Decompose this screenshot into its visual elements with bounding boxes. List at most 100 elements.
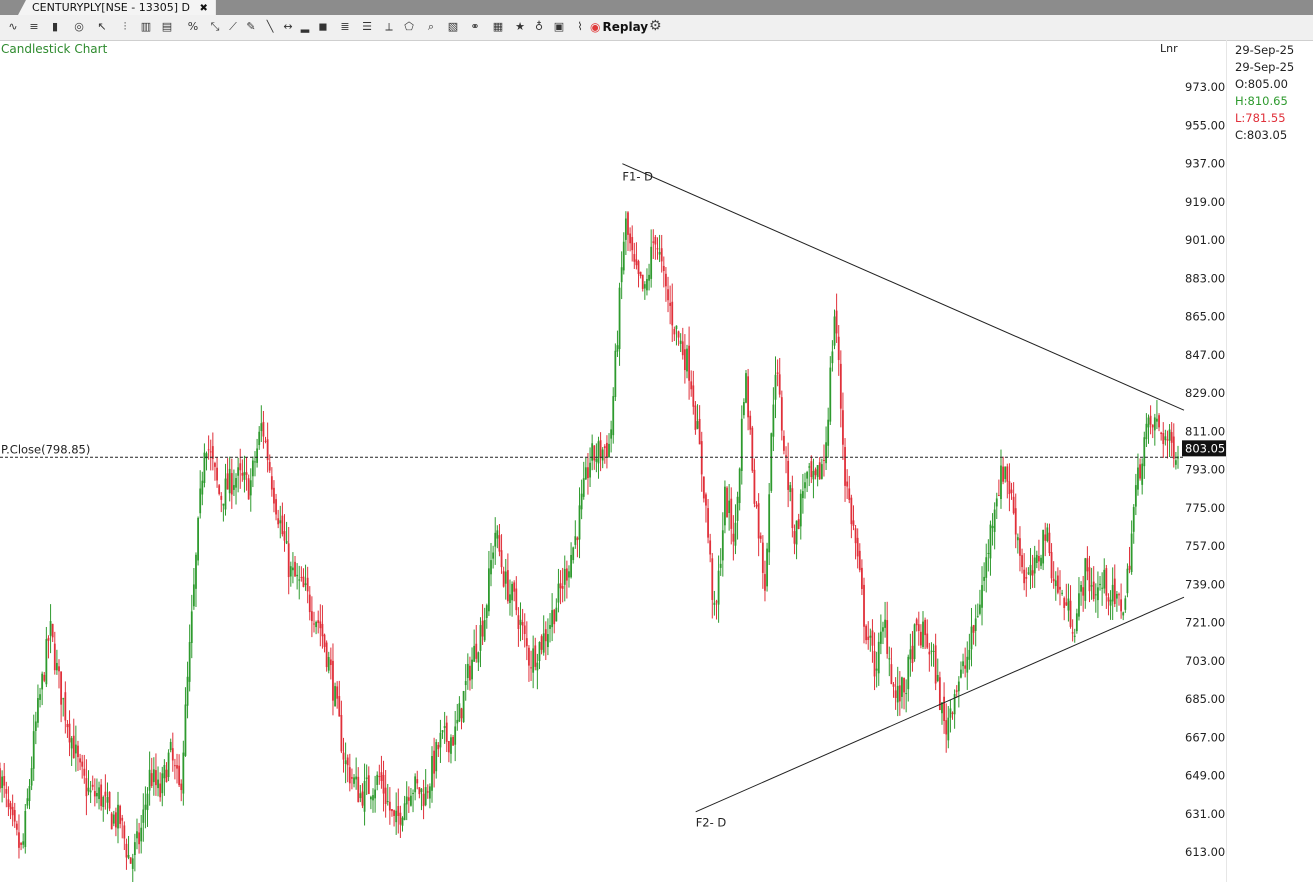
shapes-icon[interactable]: ⬠	[402, 20, 416, 34]
trendline-icon[interactable]: ╲	[263, 20, 277, 34]
candle-body	[778, 374, 781, 395]
link-icon[interactable]: ⚭	[468, 20, 482, 34]
cube-icon[interactable]: ◼	[316, 20, 330, 34]
candle-body	[964, 665, 967, 669]
candle-body	[418, 787, 421, 795]
candle-body	[222, 503, 225, 506]
candle-body	[1094, 594, 1097, 596]
gear-icon[interactable]: ⚙	[649, 18, 662, 34]
candle-style-icon[interactable]: ▮	[48, 20, 62, 34]
candle-body	[374, 789, 377, 799]
candle-body	[1172, 436, 1175, 459]
candle-body	[806, 472, 809, 479]
candle-body	[662, 265, 665, 271]
candle-body	[962, 661, 964, 667]
candle-body	[650, 246, 653, 279]
volume-icon[interactable]: ▂	[298, 20, 312, 34]
candle-body	[595, 458, 598, 462]
bar-chart-icon[interactable]: ≡	[27, 20, 41, 34]
candle-body	[230, 473, 233, 495]
candle-body	[433, 750, 436, 774]
candle-body	[102, 797, 105, 808]
candle-body	[117, 804, 119, 829]
clipboard-icon[interactable]: ▣	[552, 20, 566, 34]
candle-body	[785, 455, 787, 457]
candle-body	[742, 402, 745, 416]
y-tick-label: 757.00	[1185, 539, 1225, 553]
candle-body	[1080, 585, 1082, 592]
candle-body	[192, 584, 195, 607]
candlestick-chart[interactable]: F1- D F2- D 973.00 955.00 937.00 919.00 901.0…	[0, 40, 1226, 882]
bars-icon[interactable]: ▤	[160, 20, 174, 34]
candle-body	[1084, 558, 1087, 601]
y-axis: 973.00 955.00 937.00 919.00 901.00 883.00 865.…	[1185, 80, 1225, 859]
candle-body	[258, 431, 261, 446]
horizontal-line-icon[interactable]: ↔	[281, 20, 295, 34]
candle-body	[705, 494, 707, 506]
cursor-icon[interactable]: ⤡	[208, 20, 222, 34]
candle-body	[106, 797, 109, 803]
candle-body	[87, 787, 90, 792]
candle-body	[713, 602, 716, 605]
star-icon[interactable]: ★	[513, 20, 527, 34]
chart-tab[interactable]: CENTURYPLY[NSE - 13305] D ✖	[18, 0, 216, 15]
candle-body	[981, 585, 983, 608]
candle-body	[1052, 578, 1055, 582]
candle-body	[72, 735, 75, 759]
candle-body	[825, 442, 827, 464]
candle-body	[254, 461, 256, 463]
candle-body	[753, 469, 756, 504]
candle-body	[1075, 613, 1078, 632]
candle-body	[306, 577, 309, 592]
ruler-icon[interactable]: ⟋	[226, 20, 240, 34]
candle-body	[920, 631, 922, 646]
chart-line-icon[interactable]: ⌇	[573, 20, 587, 34]
candle-body	[612, 396, 615, 436]
candle-body	[738, 468, 741, 503]
candle-body	[1006, 466, 1009, 482]
line-chart-icon[interactable]: ∿	[6, 20, 20, 34]
candle-body	[98, 787, 100, 800]
replay-button[interactable]: ◉ Replay	[590, 19, 648, 35]
measure-icon[interactable]: ⟂	[382, 20, 396, 34]
percent-icon[interactable]: %	[186, 20, 200, 34]
fibonacci-icon[interactable]: ≣	[338, 20, 352, 34]
candle-body	[858, 550, 861, 571]
candle-body	[867, 636, 870, 640]
candle-body	[1002, 466, 1004, 482]
candle-body	[140, 827, 143, 842]
candle-body	[313, 623, 315, 625]
candle-body	[447, 740, 450, 753]
candle-body	[32, 731, 35, 769]
pencil-icon[interactable]: ✎	[244, 20, 258, 34]
candle-body	[787, 460, 790, 490]
layout-icon[interactable]: ▦	[491, 20, 505, 34]
candle-body	[917, 624, 920, 631]
candle-body	[399, 812, 402, 825]
candle-body	[913, 624, 916, 660]
target-icon[interactable]: ◎	[72, 20, 86, 34]
candle-body	[761, 542, 764, 573]
candle-body	[1122, 612, 1125, 616]
document-icon[interactable]: ▧	[446, 20, 460, 34]
candle-body	[629, 233, 631, 244]
candle-body	[616, 345, 619, 352]
candle-body	[646, 278, 648, 291]
alert-icon[interactable]: ♁	[532, 20, 546, 34]
candle-body	[300, 577, 303, 579]
candle-body	[1139, 464, 1141, 479]
indicator-icon[interactable]: ⫶	[118, 20, 132, 34]
candle-body	[795, 520, 798, 545]
text-lines-icon[interactable]: ☰	[360, 20, 374, 34]
close-icon[interactable]: ✖	[199, 3, 207, 14]
candle-body	[660, 248, 663, 262]
candles-icon[interactable]: ▥	[139, 20, 153, 34]
candle-body	[768, 494, 771, 553]
candle-body	[584, 467, 587, 480]
pointer-icon[interactable]: ↖	[95, 20, 109, 34]
zoom-icon[interactable]: ⌕	[424, 20, 438, 34]
candle-body	[810, 461, 813, 478]
candle-body	[829, 367, 832, 422]
candle-body	[1092, 581, 1095, 600]
candle-body	[391, 809, 393, 812]
